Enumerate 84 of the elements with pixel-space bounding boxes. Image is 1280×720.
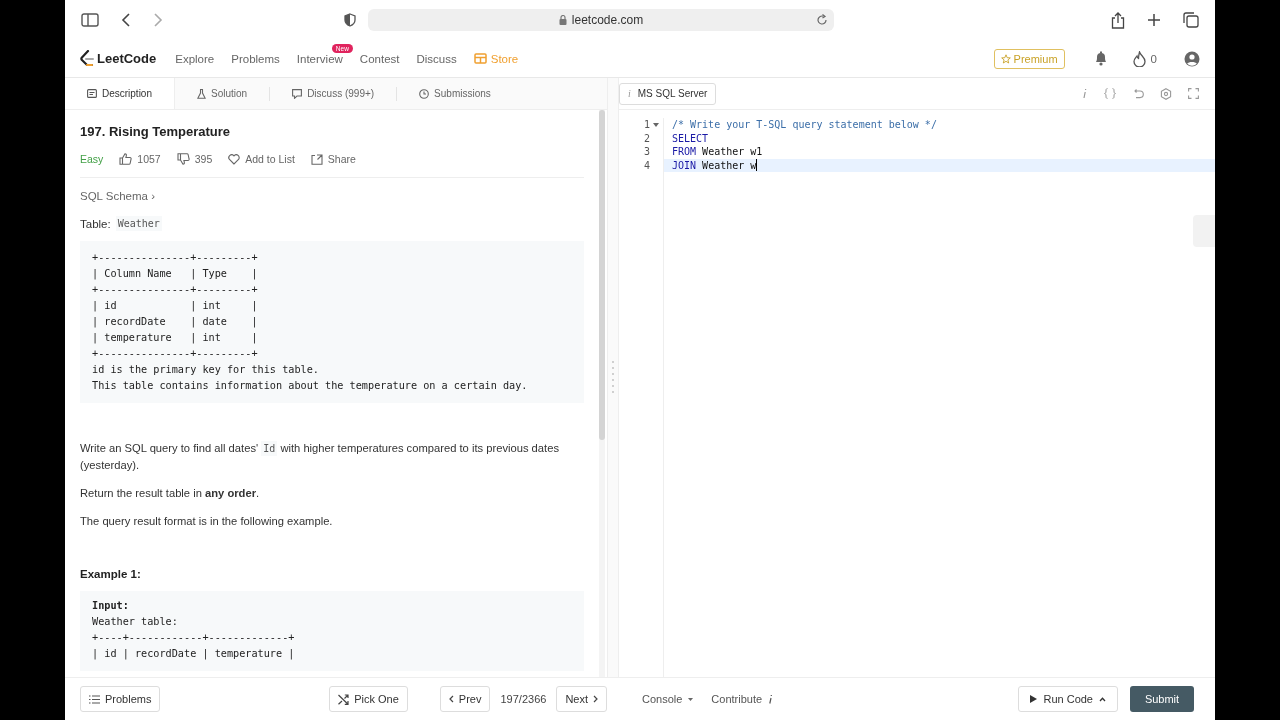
line-number: 3 [643,146,650,158]
nav-link[interactable]: Discuss [416,52,457,65]
tab[interactable]: Description [65,78,175,109]
caret-up-icon [1099,696,1106,702]
logo-text[interactable]: LeetCode [97,51,157,66]
code-line: Weather table: [92,615,179,629]
streak-count: 0 [1150,52,1157,65]
resize-handle[interactable] [607,78,619,677]
paragraph: The query result format is in the following example. [80,514,334,529]
sql-schema-link[interactable]: SQL Schema › [80,190,584,202]
question-text: Write an SQL query to find all dates' Id with higher temperatures compared to its previous dates (yesterday). [80,440,560,473]
heart-icon [228,153,241,165]
run-code-button[interactable]: Run Code [1018,686,1118,712]
address-bar[interactable]: leetcode.com [368,9,834,31]
submit-button[interactable]: Submit [1130,686,1194,712]
paragraph: Return the result table in any order. [80,486,261,501]
code-line: +----+------------+-------------+ [92,631,296,645]
contribute-button[interactable]: Contribute [711,693,774,705]
caret-icon [688,697,694,701]
clock-icon [419,88,430,99]
avatar-icon[interactable] [1184,50,1200,67]
share-icon[interactable] [1111,11,1125,29]
bell-icon[interactable] [1093,51,1108,66]
star-icon [1000,53,1011,64]
pick-one-button[interactable]: Pick One [329,686,408,712]
example-title: Example 1: [80,568,142,580]
difficulty-label: Easy [80,153,104,165]
problem-position: 197/2366 [500,693,547,705]
comment-icon [292,88,303,99]
thumbs-down-icon [176,153,190,165]
language-select[interactable]: i MS SQL Server [619,82,717,105]
info-icon [768,694,774,704]
back-icon[interactable] [121,13,131,27]
dislike-button[interactable]: 395 [176,153,213,165]
store-icon [473,53,487,64]
chevron-right-icon [593,695,598,703]
fold-icon[interactable] [653,122,659,127]
inline-code: Weather [115,216,162,231]
nav-link[interactable]: Explore [175,52,215,65]
tab[interactable]: Discuss (999+) [270,78,397,109]
shield-icon[interactable] [344,13,356,27]
like-button[interactable]: 1057 [119,153,161,165]
line-number: 2 [643,132,650,144]
nav-link[interactable]: Interview [296,52,343,65]
code-line: | id | recordDate | temperature | [92,647,296,662]
nav-link[interactable]: Contest [359,52,400,65]
play-icon [1030,695,1038,703]
code-line: FROM Weather w1 [671,145,764,159]
nav-link[interactable]: Problems [231,52,280,65]
code-block: +---------------+---------+ | Column Name | Type | +---------------+---------+ | id | int | | recordDate | date | | temperature | int | +---------------+---------+ id is the primary key for this table. This table contains information about the temperature on a certain day. [80,241,584,403]
sidebar-icon[interactable] [81,13,99,27]
scrollbar[interactable] [599,110,605,677]
fullscreen-icon[interactable] [1188,88,1199,99]
line-number: 4 [643,159,650,171]
prev-button[interactable]: Prev [439,686,491,712]
problem-title: 197. Rising Temperature [80,124,232,139]
thumbs-up-icon [119,153,133,165]
line-number: 1 [643,119,650,131]
tab[interactable]: Submissions [397,78,513,109]
settings-icon[interactable] [1160,87,1172,100]
flame-icon[interactable] [1132,50,1146,67]
add-to-list-button[interactable]: Add to List [228,153,295,165]
tabs-icon[interactable] [1183,12,1199,28]
share-icon [310,153,323,165]
plus-icon[interactable] [1147,13,1161,27]
console-button[interactable]: Console [642,693,694,705]
table-label: Table: [80,217,111,230]
share-button[interactable]: Share [310,153,356,165]
code-line: SELECT [671,131,710,145]
problems-button[interactable]: Problems [80,686,161,712]
next-button[interactable]: Next [556,686,607,712]
reload-icon[interactable] [816,14,828,26]
info-icon[interactable] [1082,88,1088,99]
tab[interactable]: Solution [175,78,270,109]
document-icon [87,89,97,98]
list-icon [89,694,100,704]
code-line: /* Write your T-SQL query statement below */ [671,118,938,132]
chevron-left-icon [448,695,454,703]
logo-icon[interactable] [80,50,94,67]
reset-icon[interactable] [1132,88,1144,99]
shuffle-icon [338,693,350,705]
lock-icon [558,15,567,25]
flask-icon [197,88,206,99]
code-line: Input: [92,599,130,613]
